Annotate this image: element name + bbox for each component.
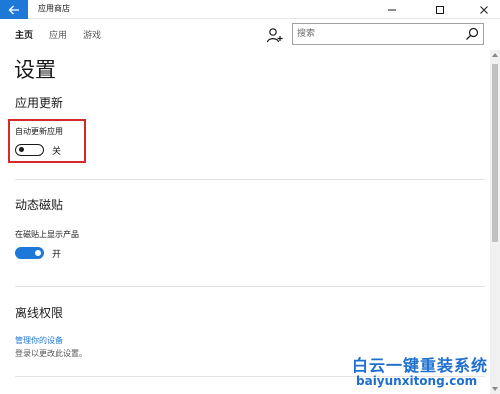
- tab-home[interactable]: 主页: [15, 28, 33, 41]
- user-add-icon[interactable]: [266, 26, 284, 44]
- scroll-up-button[interactable]: [490, 50, 500, 60]
- watermark-title: 白云一键重装系统: [352, 356, 489, 375]
- divider: [15, 179, 485, 180]
- watermark: 白云一键重装系统 baiyunxitong.com: [348, 352, 488, 392]
- scroll-thumb[interactable]: [492, 64, 498, 242]
- show-products-toggle[interactable]: [15, 247, 44, 259]
- close-button[interactable]: [468, 0, 500, 19]
- search-input[interactable]: [293, 24, 453, 44]
- sign-in-description: 登录以更改此设置。: [15, 349, 87, 358]
- auto-update-toggle-state: 关: [52, 147, 62, 157]
- tab-apps[interactable]: 应用: [49, 28, 67, 41]
- minimize-icon: [388, 9, 396, 10]
- section-title-offline-permissions: 离线权限: [15, 306, 64, 320]
- search-box: [292, 23, 484, 45]
- caret-down-icon: [492, 387, 498, 391]
- window-title: 应用商店: [38, 4, 70, 13]
- caret-up-icon: [492, 53, 498, 57]
- setting-label-show-products: 在磁贴上显示产品: [15, 230, 79, 239]
- top-nav: 主页 应用 游戏: [0, 20, 500, 50]
- divider: [15, 286, 485, 287]
- page-title: 设置: [14, 58, 56, 82]
- manage-devices-link[interactable]: 管理你的设备: [15, 335, 63, 346]
- auto-update-toggle[interactable]: [15, 144, 44, 156]
- show-products-toggle-state: 开: [52, 250, 62, 260]
- setting-label-auto-update: 自动更新应用: [15, 127, 63, 136]
- title-bar: 应用商店: [0, 0, 500, 19]
- back-button[interactable]: [0, 0, 28, 19]
- section-title-app-updates: 应用更新: [15, 96, 64, 110]
- section-title-live-tiles: 动态磁贴: [15, 198, 64, 212]
- scroll-down-button[interactable]: [490, 384, 500, 394]
- watermark-url: baiyunxitong.com: [356, 374, 478, 388]
- arrow-left-icon: [8, 5, 19, 14]
- close-icon: [480, 5, 488, 14]
- scrollbar[interactable]: [490, 50, 500, 394]
- toggle-knob: [35, 250, 41, 256]
- minimize-button[interactable]: [376, 0, 408, 19]
- maximize-icon: [436, 5, 444, 14]
- maximize-button[interactable]: [424, 0, 456, 19]
- toggle-knob: [19, 147, 24, 152]
- tab-games[interactable]: 游戏: [83, 28, 101, 41]
- search-icon[interactable]: [465, 27, 479, 41]
